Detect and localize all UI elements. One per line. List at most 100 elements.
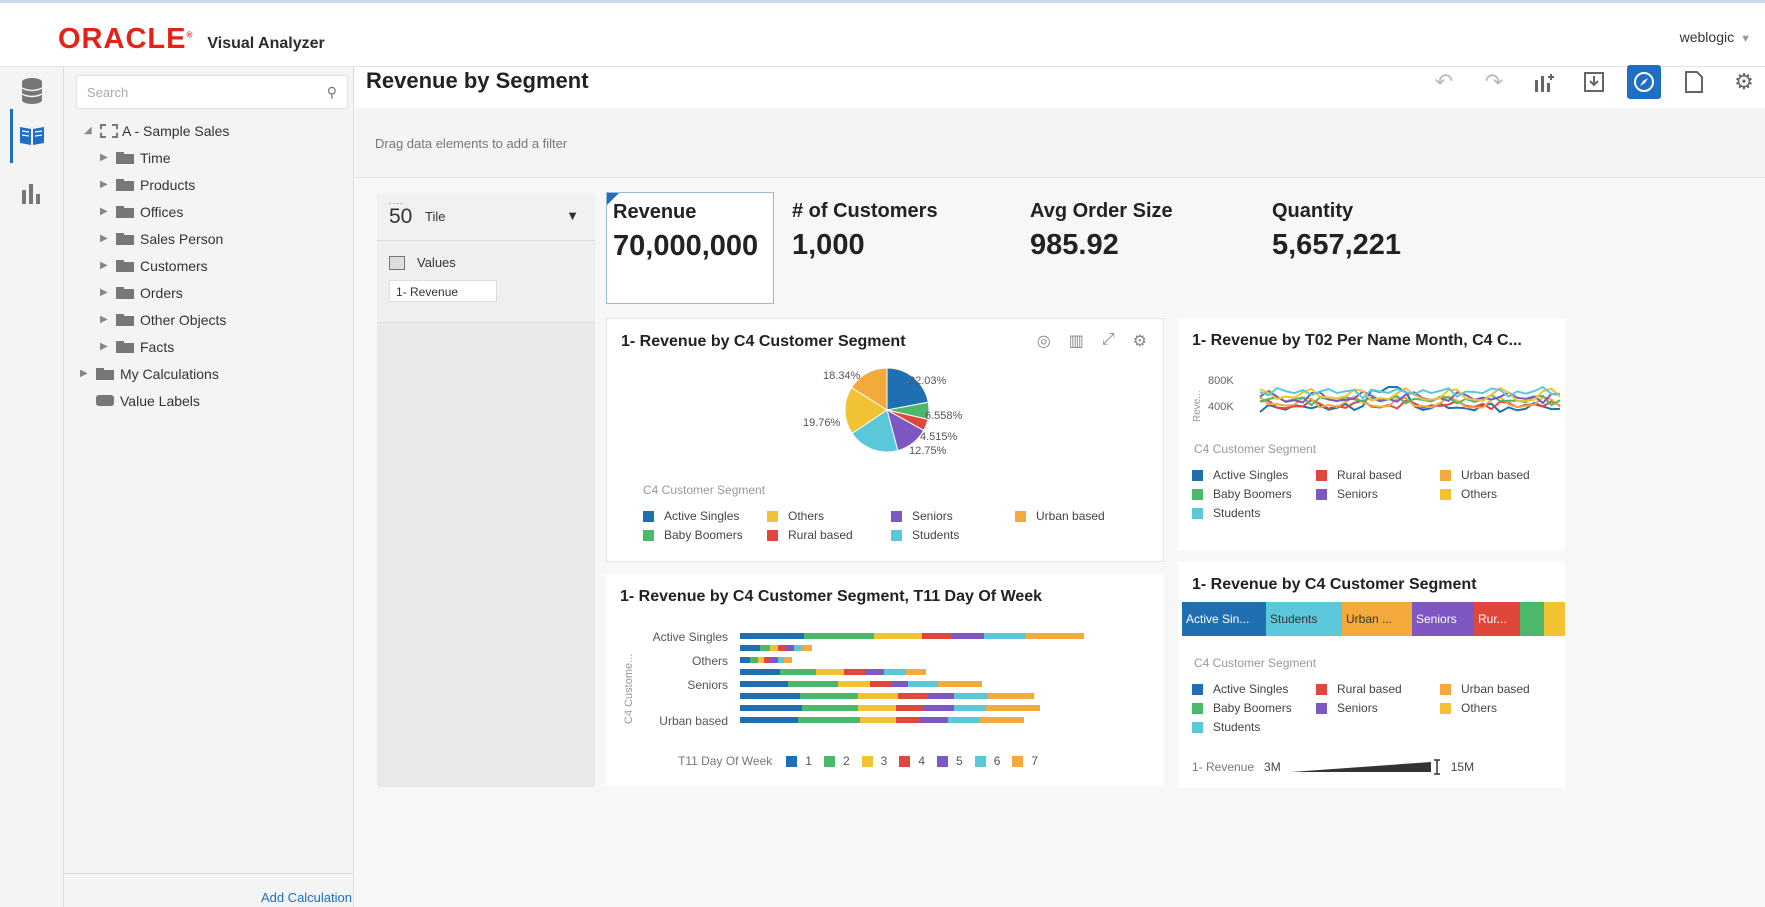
- bar-segment[interactable]: [906, 669, 926, 675]
- bar-segment[interactable]: [764, 657, 770, 663]
- bar-segment[interactable]: [740, 717, 798, 723]
- tree-item-value-labels[interactable]: Value Labels: [96, 387, 229, 414]
- target-icon[interactable]: ◎: [1037, 331, 1051, 351]
- maximize-icon[interactable]: ⤢: [1102, 331, 1115, 351]
- legend-item[interactable]: Students: [891, 528, 1015, 542]
- caret-down-icon[interactable]: ▼: [566, 208, 579, 223]
- bar-segment[interactable]: [838, 681, 870, 687]
- bar-segment[interactable]: [784, 657, 792, 663]
- legend-item[interactable]: Baby Boomers: [1192, 701, 1316, 715]
- bar-segment[interactable]: [896, 705, 924, 711]
- bar-segment[interactable]: [802, 705, 858, 711]
- legend-item[interactable]: 7: [1012, 754, 1038, 768]
- tree-item-facts[interactable]: ▶ Facts: [100, 333, 229, 360]
- legend-item[interactable]: Urban based: [1015, 509, 1139, 523]
- tree-item-my-calculations[interactable]: ▶ My Calculations: [80, 360, 229, 387]
- bar-segment[interactable]: [740, 681, 788, 687]
- bar-segment[interactable]: [928, 693, 954, 699]
- stack-segment[interactable]: Students: [1266, 602, 1342, 636]
- expand-arrow-icon[interactable]: ▶: [100, 341, 116, 352]
- legend-item[interactable]: Others: [1440, 487, 1564, 501]
- bar-segment[interactable]: [988, 693, 1034, 699]
- bar-segment[interactable]: [898, 693, 928, 699]
- bar-segment[interactable]: [804, 633, 874, 639]
- tree-root[interactable]: ◢ A - Sample Sales: [84, 117, 229, 144]
- data-sources-icon[interactable]: [14, 73, 50, 109]
- viz-card-line[interactable]: 1- Revenue by T02 Per Name Month, C4 C..…: [1178, 318, 1565, 550]
- legend-item[interactable]: Baby Boomers: [643, 528, 767, 542]
- viz-card-bar[interactable]: 1- Revenue by C4 Customer Segment, T11 D…: [606, 574, 1164, 786]
- filter-bar[interactable]: Drag data elements to add a filter: [355, 108, 1765, 178]
- bar-segment[interactable]: [984, 633, 1026, 639]
- undo-icon[interactable]: ↶: [1427, 65, 1461, 99]
- bar-segment[interactable]: [896, 717, 920, 723]
- bar-segment[interactable]: [884, 669, 906, 675]
- bar-segment[interactable]: [770, 657, 778, 663]
- legend-item[interactable]: Students: [1192, 506, 1316, 520]
- bar-segment[interactable]: [740, 645, 760, 651]
- bar-segment[interactable]: [954, 705, 986, 711]
- bar-segment[interactable]: [948, 717, 980, 723]
- bar-segment[interactable]: [892, 681, 908, 687]
- tree-item-sales-person[interactable]: ▶ Sales Person: [100, 225, 229, 252]
- stack-segment[interactable]: Active Sin...: [1182, 602, 1266, 636]
- search-input[interactable]: Search ⚲: [76, 75, 348, 109]
- tree-item-orders[interactable]: ▶ Orders: [100, 279, 229, 306]
- book-icon[interactable]: [14, 117, 50, 153]
- kpi-tile-avg-order-size[interactable]: Avg Order Size 985.92: [1030, 200, 1230, 312]
- legend-item[interactable]: 3: [861, 754, 887, 768]
- legend-item[interactable]: Active Singles: [1192, 468, 1316, 482]
- bar-segment[interactable]: [986, 705, 1040, 711]
- tree-item-customers[interactable]: ▶ Customers: [100, 252, 229, 279]
- explore-compass-icon[interactable]: [1627, 65, 1661, 99]
- legend-item[interactable]: Active Singles: [1192, 682, 1316, 696]
- expand-arrow-icon[interactable]: ▶: [100, 206, 116, 217]
- bar-segment[interactable]: [802, 645, 812, 651]
- kpi-tile-quantity[interactable]: Quantity 5,657,221: [1272, 200, 1492, 312]
- bar-segment[interactable]: [786, 645, 794, 651]
- bar-segment[interactable]: [740, 693, 800, 699]
- tree-item-products[interactable]: ▶ Products: [100, 171, 229, 198]
- bar-segment[interactable]: [980, 717, 1024, 723]
- stack-segment[interactable]: Rur...: [1474, 602, 1520, 636]
- expand-arrow-icon[interactable]: ▶: [100, 314, 116, 325]
- legend-item[interactable]: Rural based: [767, 528, 891, 542]
- visualizations-icon[interactable]: [14, 175, 50, 211]
- bar-segment[interactable]: [798, 717, 860, 723]
- gear-icon[interactable]: ⚙: [1727, 65, 1761, 99]
- page-icon[interactable]: [1677, 65, 1711, 99]
- stack-segment[interactable]: [1544, 602, 1565, 636]
- bar-segment[interactable]: [866, 669, 884, 675]
- legend-item[interactable]: Rural based: [1316, 682, 1440, 696]
- bar-segment[interactable]: [758, 657, 764, 663]
- bar-segment[interactable]: [924, 705, 954, 711]
- kpi-tile-customers[interactable]: # of Customers 1,000: [792, 200, 992, 312]
- legend-item[interactable]: Students: [1192, 720, 1316, 734]
- add-calculation-link[interactable]: Add Calculation: [64, 873, 354, 907]
- legend-item[interactable]: Urban based: [1440, 468, 1564, 482]
- stack-segment[interactable]: Urban ...: [1342, 602, 1412, 636]
- tree-item-offices[interactable]: ▶ Offices: [100, 198, 229, 225]
- bar-segment[interactable]: [760, 645, 770, 651]
- kpi-tile-revenue[interactable]: Revenue 70,000,000: [606, 192, 774, 304]
- legend-item[interactable]: Urban based: [1440, 682, 1564, 696]
- legend-item[interactable]: Others: [1440, 701, 1564, 715]
- measure-pill[interactable]: 1- Revenue: [389, 280, 497, 302]
- legend-item[interactable]: 5: [937, 754, 963, 768]
- bar-segment[interactable]: [800, 693, 858, 699]
- collapse-arrow-icon[interactable]: ◢: [84, 125, 100, 136]
- viz-card-stacked-bar[interactable]: 1- Revenue by C4 Customer Segment Active…: [1178, 562, 1565, 788]
- bar-segment[interactable]: [1026, 633, 1084, 639]
- expand-arrow-icon[interactable]: ▶: [80, 368, 96, 379]
- legend-item[interactable]: Seniors: [1316, 487, 1440, 501]
- bar-segment[interactable]: [952, 633, 984, 639]
- bar-segment[interactable]: [844, 669, 866, 675]
- chart-type-icon[interactable]: ▥: [1069, 331, 1084, 351]
- redo-icon[interactable]: ↷: [1477, 65, 1511, 99]
- legend-item[interactable]: Active Singles: [643, 509, 767, 523]
- expand-arrow-icon[interactable]: ▶: [100, 287, 116, 298]
- stack-segment[interactable]: Seniors: [1412, 602, 1474, 636]
- bar-segment[interactable]: [954, 693, 988, 699]
- bar-segment[interactable]: [858, 693, 898, 699]
- legend-item[interactable]: Seniors: [891, 509, 1015, 523]
